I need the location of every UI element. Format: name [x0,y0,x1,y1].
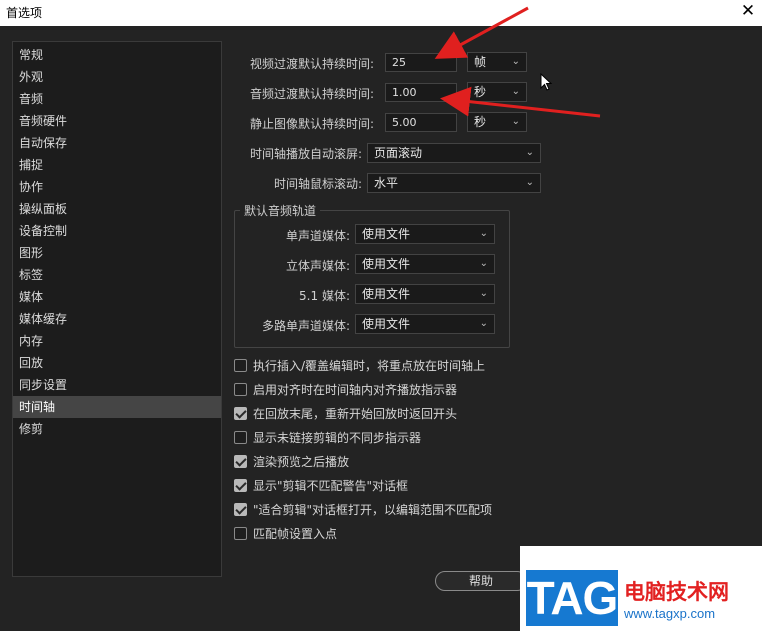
annotation-arrows [434,6,601,118]
mouse-pointer-icon [540,73,553,91]
watermark-logo: TAG 电脑技术网 www.tagxp.com [520,546,762,631]
arrow-to-video-duration [434,6,529,59]
watermark-site-name: 电脑技术网 [624,580,729,604]
watermark-url: www.tagxp.com [624,606,716,621]
watermark-tag-badge: TAG [526,570,618,626]
arrow-to-audio-duration [440,86,601,118]
